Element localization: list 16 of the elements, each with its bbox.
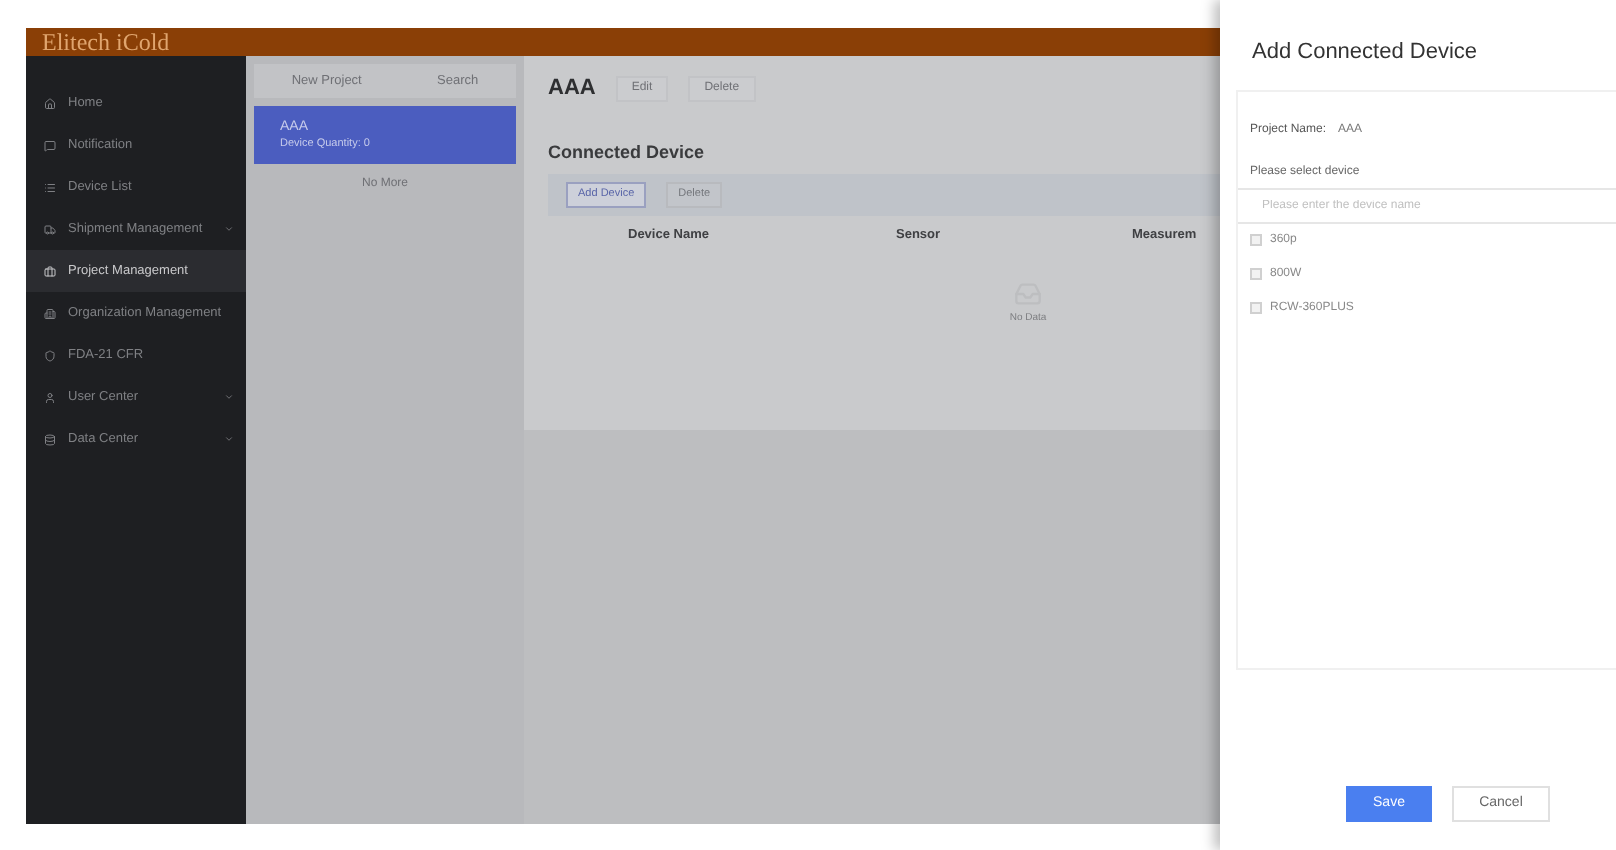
logo: Elitech iCold — [42, 28, 170, 56]
home-icon — [44, 97, 56, 109]
message-icon — [44, 139, 56, 151]
database-icon — [44, 433, 56, 445]
truck-icon — [44, 223, 56, 235]
list-icon — [44, 181, 56, 193]
briefcase-icon — [44, 265, 56, 277]
checkbox[interactable] — [1250, 234, 1262, 246]
checkbox[interactable] — [1250, 302, 1262, 314]
user-icon — [44, 391, 56, 403]
drawer-title: Add Connected Device — [1252, 38, 1480, 68]
section-title: Connected Device — [548, 139, 707, 165]
building-icon — [44, 307, 56, 319]
checkbox[interactable] — [1250, 268, 1262, 280]
project-title: AAA — [548, 74, 596, 104]
shield-icon — [44, 349, 56, 361]
